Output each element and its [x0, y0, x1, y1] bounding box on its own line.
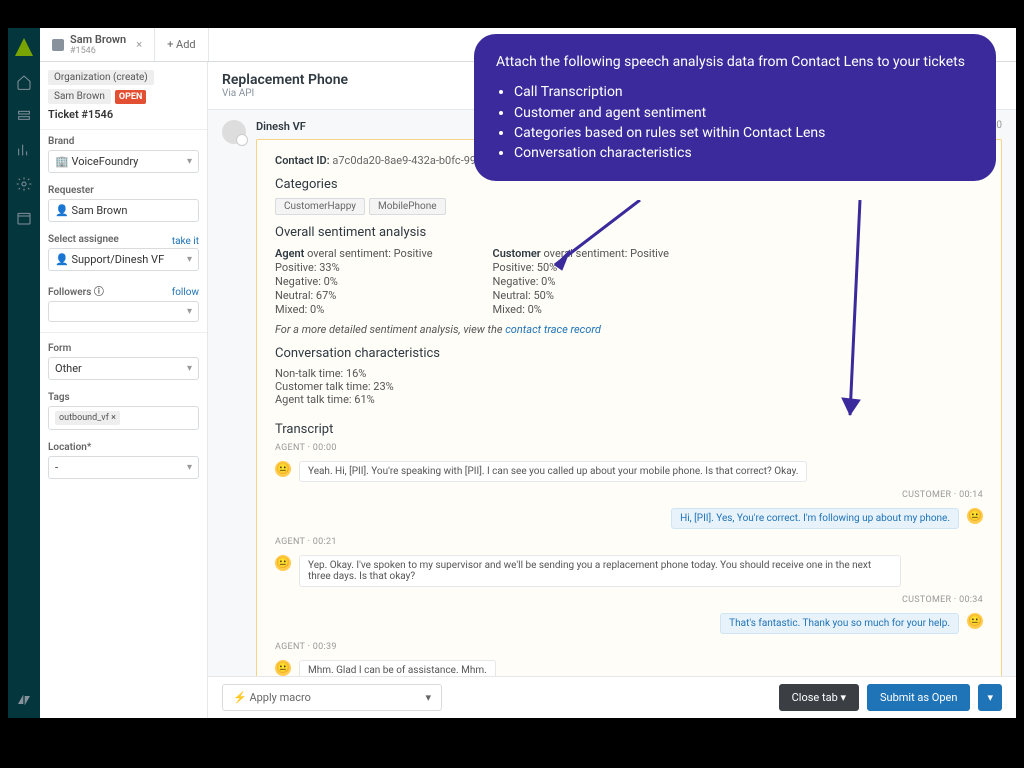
- tab-number: #1546: [70, 46, 126, 56]
- zendesk-icon[interactable]: [16, 692, 32, 708]
- followers-field: Followers ⓘfollow ▾: [40, 277, 207, 328]
- tags-input[interactable]: outbound_vf ×: [48, 406, 199, 430]
- sentiment-face-icon: 😐: [967, 508, 983, 524]
- location-field: Location* -▾: [40, 436, 207, 485]
- sidebar: Organization (create) Sam Brown OPEN Tic…: [40, 62, 208, 718]
- take-link[interactable]: take it: [172, 236, 199, 247]
- category-chip: MobilePhone: [369, 198, 446, 215]
- list-icon[interactable]: [16, 108, 32, 124]
- transcript-bubble: Yep. Okay. I've spoken to my supervisor …: [299, 555, 901, 587]
- arrow-icon: [820, 200, 900, 430]
- tags-field: Tags outbound_vf ×: [40, 386, 207, 436]
- close-icon[interactable]: ×: [136, 38, 142, 51]
- location-select[interactable]: -▾: [48, 456, 199, 479]
- form-select[interactable]: Other▾: [48, 357, 199, 380]
- logo-icon: [15, 38, 33, 56]
- crumb-org[interactable]: Organization (create): [48, 70, 154, 85]
- sentiment-face-icon: 😐: [275, 461, 291, 477]
- transcript-bubble: That's fantastic. Thank you so much for …: [720, 613, 959, 634]
- sentiment-face-icon: 😐: [275, 555, 291, 571]
- form-field: Form Other▾: [40, 337, 207, 386]
- brand-field: Brand 🏢 VoiceFoundry▾: [40, 130, 207, 179]
- tooltip-callout: Attach the following speech analysis dat…: [474, 34, 996, 181]
- macro-picker[interactable]: ⚡ Apply macro▾: [222, 684, 442, 711]
- ticket-tab[interactable]: Sam Brown #1546 ×: [40, 28, 155, 61]
- submit-dropdown[interactable]: ▾: [978, 684, 1002, 711]
- footer: ⚡ Apply macro▾ Close tab ▾ Submit as Ope…: [208, 676, 1016, 718]
- calendar-icon[interactable]: [16, 210, 32, 226]
- assignee-select[interactable]: 👤 Support/Dinesh VF▾: [48, 248, 199, 271]
- home-icon[interactable]: [16, 74, 32, 90]
- follow-link[interactable]: follow: [172, 287, 199, 298]
- requester-field: Requester 👤 Sam Brown: [40, 179, 207, 228]
- submit-button[interactable]: Submit as Open: [867, 684, 970, 711]
- followers-select[interactable]: ▾: [48, 301, 199, 322]
- avatar: [222, 120, 246, 144]
- nav-rail: [8, 28, 40, 718]
- category-chip: CustomerHappy: [275, 198, 365, 215]
- breadcrumb: Organization (create) Sam Brown OPEN Tic…: [40, 62, 207, 130]
- assignee-field: Select assigneetake it 👤 Support/Dinesh …: [40, 228, 207, 277]
- status-badge: OPEN: [115, 90, 146, 104]
- sentiment-face-icon: 😐: [967, 613, 983, 629]
- transcript-bubble: Hi, [PII]. Yes, You're correct. I'm foll…: [671, 508, 959, 529]
- crumb-ticket: Ticket #1546: [48, 108, 113, 121]
- add-tab[interactable]: + Add: [155, 28, 209, 61]
- user-icon: [52, 39, 64, 51]
- sentiment-face-icon: 😐: [275, 660, 291, 676]
- close-tab-button[interactable]: Close tab ▾: [779, 684, 859, 711]
- ctr-link[interactable]: contact trace record: [505, 323, 601, 336]
- crumb-requester[interactable]: Sam Brown: [48, 89, 111, 104]
- arrow-icon: [540, 200, 660, 280]
- gear-icon[interactable]: [16, 176, 32, 192]
- transcript-bubble: Yeah. Hi, [PII]. You're speaking with [P…: [299, 461, 807, 482]
- reports-icon[interactable]: [16, 142, 32, 158]
- requester-select[interactable]: 👤 Sam Brown: [48, 199, 199, 222]
- transcript-bubble: Mhm. Glad I can be of assistance. Mhm.: [299, 660, 496, 676]
- brand-select[interactable]: 🏢 VoiceFoundry▾: [48, 150, 199, 173]
- tab-name: Sam Brown: [70, 33, 126, 46]
- sender-name: Dinesh VF: [256, 120, 306, 133]
